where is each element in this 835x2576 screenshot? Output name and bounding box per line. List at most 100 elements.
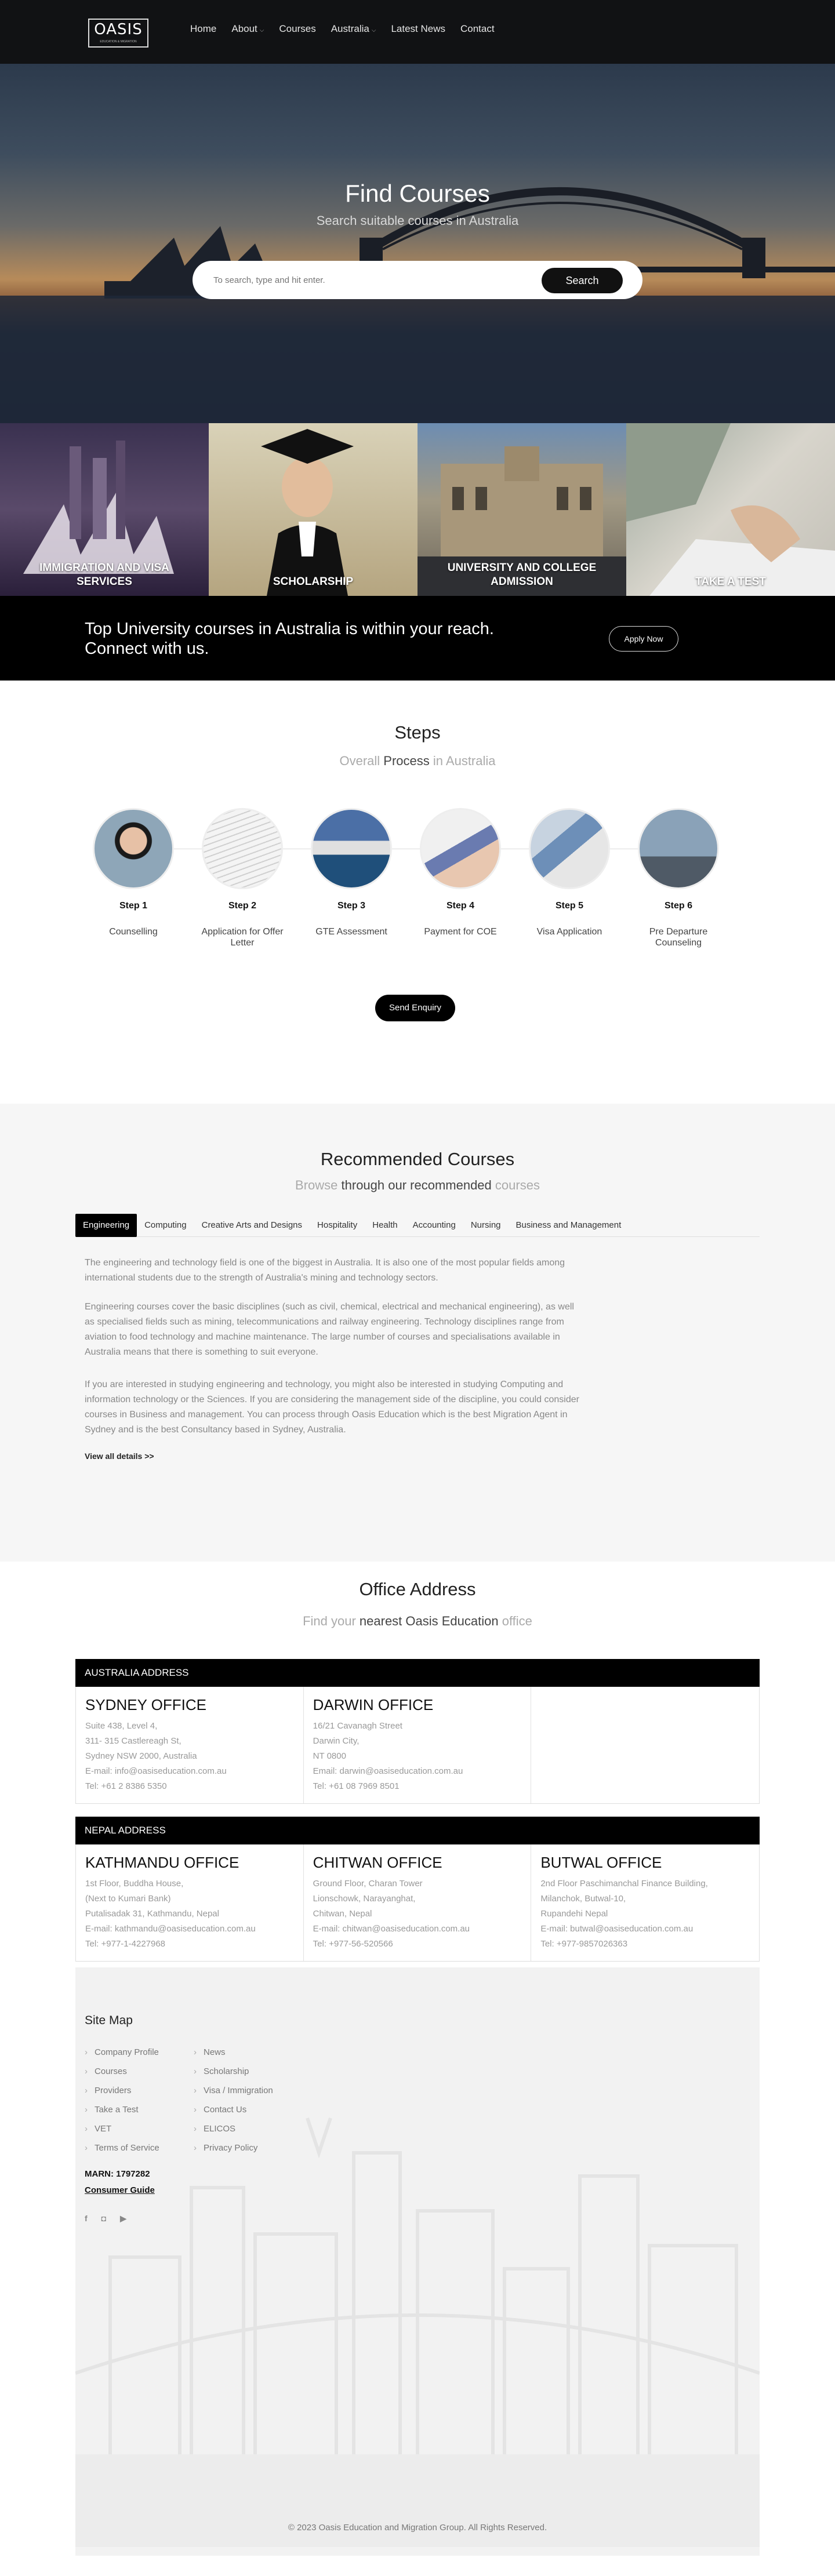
step-counselling-image [93,808,174,889]
exam-writing-image [626,423,835,596]
sydney-skyline-image [0,187,835,423]
nav-contact[interactable]: Contact [460,22,495,38]
steps-title: Steps [394,722,441,743]
chevron-down-icon: ⌵ [259,27,264,34]
office-title: Office Address [359,1579,476,1599]
footer-link-terms[interactable]: Terms of Service [85,2138,159,2157]
tile-label: Scholarship [273,576,354,588]
logo-text: OASIS [94,21,143,38]
step-item: Step 6 Pre Departure Counseling [632,808,725,948]
chevron-down-icon: ⌵ [371,27,376,34]
instagram-icon[interactable]: ◘ [101,2214,106,2224]
tab-business[interactable]: Business and Management [509,1214,629,1237]
step-item: Step 3 GTE Assessment [305,808,398,937]
send-enquiry-button[interactable]: Send Enquiry [375,995,455,1021]
office-card: Darwin Office 16/21 Cavanagh Street Darw… [304,1687,532,1803]
tile-label: Take a Test [695,576,766,588]
tab-accounting[interactable]: Accounting [405,1214,463,1237]
nav-home[interactable]: Home [190,22,216,38]
footer-link-courses[interactable]: Courses [85,2062,159,2081]
tile-scholarship[interactable]: Scholarship [209,423,418,596]
tab-health[interactable]: Health [365,1214,405,1237]
step-gte-image [311,808,392,889]
nav-latest-news[interactable]: Latest News [391,22,445,38]
tile-label: University and College Admission [447,562,597,588]
tab-creative-arts[interactable]: Creative Arts and Designs [194,1214,310,1237]
view-all-details-link[interactable]: View all details >> [85,1451,154,1461]
recommended-subtitle: Browse through our recommended courses [295,1178,540,1192]
steps-row: Step 1 Counselling Step 2 Application fo… [87,808,748,959]
office-name: Chitwan Office [313,1854,442,1871]
australia-offices: Sydney Office Suite 438, Level 4, 311- 3… [75,1687,760,1804]
cta-text: Top University courses in Australia is w… [85,620,494,658]
tab-engineering[interactable]: Engineering [75,1214,137,1237]
main-menu: Home About ⌵ Courses Australia ⌵ Latest Ne… [190,22,510,38]
top-navbar: OASIS EDUCATION & MIGRATION Home About ⌵ … [0,0,835,64]
logo-tagline: EDUCATION & MIGRATION [100,40,137,43]
step-visa-image [529,808,610,889]
tab-nursing[interactable]: Nursing [463,1214,509,1237]
tile-immigration[interactable]: Immigration and Visa Services [0,423,209,596]
search-bar: Search [193,261,642,299]
tile-take-test[interactable]: Take a Test [626,423,835,596]
recommended-title: Recommended Courses [320,1149,515,1169]
office-subtitle: Find your nearest Oasis Education office [303,1614,532,1628]
office-name: Kathmandu Office [85,1854,239,1871]
office-card: Chitwan Office Ground Floor, Charan Towe… [304,1844,532,1961]
step-application-image [202,808,283,889]
tab-hospitality[interactable]: Hospitality [310,1214,365,1237]
youtube-icon[interactable]: ▶ [120,2214,126,2224]
nav-about[interactable]: About ⌵ [231,22,264,38]
footer-link-news[interactable]: News [194,2043,273,2062]
footer-link-providers[interactable]: Providers [85,2081,159,2100]
footer-link-elicos[interactable]: ELICOS [194,2119,273,2138]
search-button[interactable]: Search [542,268,623,293]
course-tabs: Engineering Computing Creative Arts and … [75,1214,760,1237]
footer-link-company-profile[interactable]: Company Profile [85,2043,159,2062]
consumer-guide-link[interactable]: Consumer Guide [85,2185,155,2195]
footer-link-visa[interactable]: Visa / Immigration [194,2081,273,2100]
city-illustration [75,2117,760,2547]
office-card: Kathmandu Office 1st Floor, Buddha House… [76,1844,304,1961]
footer-link-take-a-test[interactable]: Take a Test [85,2100,159,2119]
marn-number: MARN: 1797282 [85,2169,150,2179]
recommended-courses-section: Recommended Courses Browse through our r… [0,1104,835,1562]
hero-subtitle: Search suitable courses in Australia [316,213,519,228]
cta-banner: Top University courses in Australia is w… [0,596,835,681]
step-item: Step 2 Application for Offer Letter [196,808,289,948]
office-name: Sydney Office [85,1696,207,1713]
footer-link-scholarship[interactable]: Scholarship [194,2062,273,2081]
office-card: Sydney Office Suite 438, Level 4, 311- 3… [76,1687,304,1803]
facebook-icon[interactable]: f [85,2214,88,2224]
footer-link-privacy[interactable]: Privacy Policy [194,2138,273,2157]
nav-australia[interactable]: Australia ⌵ [331,22,376,38]
australia-address-bar: Australia Address [75,1659,760,1687]
step-item: Step 5 Visa Application [523,808,616,937]
site-footer: Site Map Company Profile Courses Provide… [75,1967,760,2556]
step-departure-image [638,808,719,889]
nav-courses[interactable]: Courses [279,22,315,38]
course-paragraph: If you are interested in studying engine… [85,1380,579,1435]
tile-admission[interactable]: University and College Admission [418,423,626,596]
course-paragraph: The engineering and technology field is … [85,1258,565,1283]
steps-subtitle: Overall Process in Australia [339,754,496,768]
graduate-image [261,429,354,596]
tab-computing[interactable]: Computing [137,1214,194,1237]
step-item: Step 4 Payment for COE [414,808,507,937]
site-logo[interactable]: OASIS EDUCATION & MIGRATION [88,19,148,48]
office-card: Butwal Office 2nd Floor Paschimanchal Fi… [531,1844,759,1961]
sitemap-column-1: Company Profile Courses Providers Take a… [85,2043,159,2157]
service-tiles: Immigration and Visa Services Scholarshi… [0,423,835,596]
office-address-section: Office Address Find your nearest Oasis E… [0,1562,835,1967]
social-links: f ◘ ▶ [85,2214,126,2224]
footer-link-vet[interactable]: VET [85,2119,159,2138]
search-input[interactable] [213,271,527,289]
steps-section: Steps Overall Process in Australia Step … [0,681,835,1104]
hero-banner: Find Courses Search suitable courses in … [0,64,835,423]
apply-now-button[interactable]: Apply Now [609,626,678,652]
office-name: Butwal Office [540,1854,662,1871]
tile-label: Immigration and Visa Services [39,562,169,588]
footer-link-contact[interactable]: Contact Us [194,2100,273,2119]
step-payment-image [420,808,501,889]
step-item: Step 1 Counselling [87,808,180,937]
